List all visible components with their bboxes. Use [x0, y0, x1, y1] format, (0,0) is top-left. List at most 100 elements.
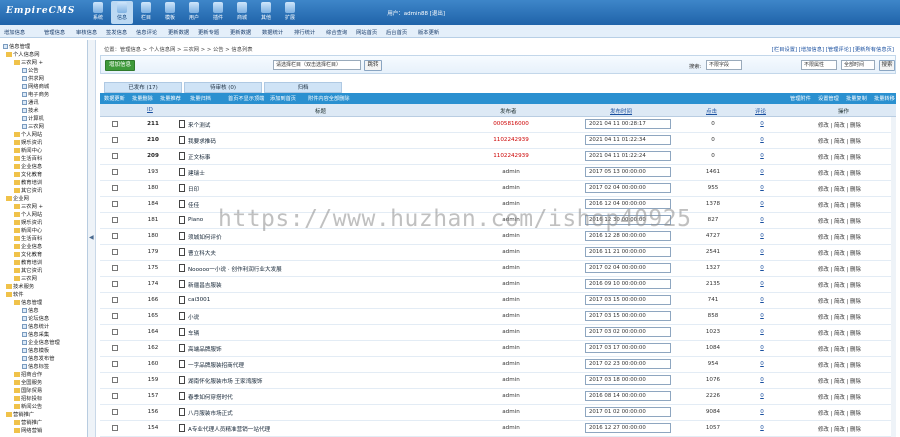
subnav-link[interactable]: 签发信息	[106, 28, 127, 36]
sidebar-tree-item[interactable]: 文化教育	[14, 252, 42, 259]
col-pubtime[interactable]: 发布时间	[610, 107, 632, 115]
row-comments-link[interactable]: 0	[750, 297, 774, 303]
subnav-link[interactable]: 数据统计	[262, 28, 283, 36]
row-title-link[interactable]: 高端品牌服饰	[188, 345, 222, 353]
tab-pending[interactable]: 待审核 (0)	[184, 82, 262, 93]
subnav-link[interactable]: 网站首页	[356, 28, 377, 36]
bulk-action-link[interactable]: 批量推荐	[160, 95, 181, 102]
row-pubtime-field[interactable]: 2017 03 02 00:00:00	[585, 327, 671, 337]
top-nav-item[interactable]: 商城	[231, 1, 253, 24]
row-ops-links[interactable]: 修改 | 简改 | 删除	[818, 201, 861, 209]
row-title-link[interactable]: 八月服装市场正式	[188, 409, 233, 417]
sidebar-tree-item[interactable]: 企业信息管理	[22, 340, 60, 347]
category-select[interactable]: 请选择栏目（双击选择栏目）	[273, 60, 361, 70]
sidebar-tree-item[interactable]: 网络商城	[22, 84, 49, 91]
row-pubtime-field[interactable]: 2017 03 15 00:00:00	[585, 295, 671, 305]
row-title-link[interactable]: Nooooo一小说 · 创作利润行业大发展	[188, 265, 282, 273]
row-checkbox[interactable]	[112, 361, 118, 367]
row-title-link[interactable]: 来个测试	[188, 121, 210, 129]
subnav-link[interactable]: 管理信息	[44, 28, 65, 36]
sidebar-tree-item[interactable]: 信息	[22, 308, 39, 315]
row-title-link[interactable]: 正文标事	[188, 153, 210, 161]
bulk-action-link[interactable]: 批量删除	[132, 95, 153, 102]
row-checkbox[interactable]	[112, 233, 118, 239]
sidebar-tree-item[interactable]: 教育培训	[14, 180, 42, 187]
row-checkbox[interactable]	[112, 313, 118, 319]
row-title-link[interactable]: 曹立科大夫	[188, 249, 216, 257]
row-comments-link[interactable]: 0	[750, 281, 774, 287]
sidebar-tree-item[interactable]: 新闻中心	[14, 148, 42, 155]
search-button[interactable]: 搜索	[879, 60, 895, 71]
bulk-action-link[interactable]: 添加到首页	[270, 95, 296, 102]
top-nav-item[interactable]: 扩展	[279, 1, 301, 24]
sidebar-tree-item[interactable]: 个人网站	[14, 212, 42, 219]
sidebar-tree-item[interactable]: 其它资讯	[14, 188, 42, 195]
sidebar-tree-item[interactable]: 信息标签	[22, 364, 49, 371]
sidebar-tree-item[interactable]: 娱乐资讯	[14, 140, 42, 147]
sidebar-tree-item[interactable]: 营销推广	[6, 412, 34, 419]
sidebar-tree-item[interactable]: 信息采集	[22, 332, 49, 339]
row-pubtime-field[interactable]: 2016 12 28 00:00:00	[585, 231, 671, 241]
row-ops-links[interactable]: 修改 | 简改 | 删除	[818, 233, 861, 241]
row-ops-links[interactable]: 修改 | 简改 | 删除	[818, 153, 861, 161]
row-checkbox[interactable]	[112, 425, 118, 431]
row-pubtime-field[interactable]: 2021 04 11 00:28:17	[585, 119, 671, 129]
top-nav-item[interactable]: 栏目	[135, 1, 157, 24]
row-pubtime-field[interactable]: 2017 01 02 00:00:00	[585, 407, 671, 417]
row-checkbox[interactable]	[112, 153, 118, 159]
row-checkbox[interactable]	[112, 169, 118, 175]
subnav-link[interactable]: 信息评论	[136, 28, 157, 36]
sidebar-tree-item[interactable]: 信息模板	[22, 348, 49, 355]
col-comments[interactable]: 评论	[755, 107, 766, 115]
row-checkbox[interactable]	[112, 345, 118, 351]
row-checkbox[interactable]	[112, 297, 118, 303]
sidebar-tree-item[interactable]: 三农网	[14, 276, 37, 283]
row-comments-link[interactable]: 0	[750, 345, 774, 351]
sidebar-tree-item[interactable]: 个人网站	[14, 132, 42, 139]
collapse-arrow-icon[interactable]: ◀	[89, 234, 94, 241]
sidebar-tree-item[interactable]: 通讯	[22, 100, 39, 107]
row-pubtime-field[interactable]: 2021 04 11 01:22:34	[585, 135, 671, 145]
row-ops-links[interactable]: 修改 | 简改 | 删除	[818, 361, 861, 369]
row-checkbox[interactable]	[112, 217, 118, 223]
row-comments-link[interactable]: 0	[750, 185, 774, 191]
sidebar-tree-item[interactable]: 其它资讯	[14, 268, 42, 275]
row-ops-links[interactable]: 修改 | 简改 | 删除	[818, 393, 861, 401]
row-pubtime-field[interactable]: 2017 02 04 00:00:00	[585, 263, 671, 273]
row-checkbox[interactable]	[112, 281, 118, 287]
row-title-link[interactable]: 春季如何穿搭时代	[188, 393, 233, 401]
go-button[interactable]: 跳转	[364, 60, 382, 71]
vertical-scrollbar[interactable]	[891, 117, 896, 437]
manage-action-link[interactable]: 管理附件	[790, 95, 811, 102]
sidebar-tree-item[interactable]: 信息发布管	[22, 356, 55, 363]
row-ops-links[interactable]: 修改 | 简改 | 删除	[818, 425, 861, 433]
row-title-link[interactable]: A专业代理人员精准营销一站代理	[188, 425, 270, 433]
attribute-select[interactable]: 不限属性	[801, 60, 837, 70]
time-select[interactable]: 全部时间	[841, 60, 875, 70]
row-pubtime-field[interactable]: 2016 11 21 00:00:00	[585, 247, 671, 257]
sidebar-tree-item[interactable]: 论坛信息	[22, 316, 49, 323]
row-ops-links[interactable]: 修改 | 简改 | 删除	[818, 329, 861, 337]
top-links[interactable]: [栏目设置] [增加信息] [管理评论] [更新所有信息页]	[772, 45, 894, 53]
row-title-link[interactable]: 日印	[188, 185, 199, 193]
row-title-link[interactable]: 小说	[188, 313, 199, 321]
row-pubtime-field[interactable]: 2017 02 23 00:00:00	[585, 359, 671, 369]
row-comments-link[interactable]: 0	[750, 361, 774, 367]
row-title-link[interactable]: 车辆	[188, 329, 199, 337]
manage-action-link[interactable]: 批量复制	[846, 95, 867, 102]
row-comments-link[interactable]: 0	[750, 169, 774, 175]
top-nav-item[interactable]: 信息	[111, 1, 133, 24]
subnav-link[interactable]: 版本更新	[418, 28, 439, 36]
row-ops-links[interactable]: 修改 | 简改 | 删除	[818, 217, 861, 225]
sidebar-tree-item[interactable]: 招商合作	[14, 372, 42, 379]
sidebar-tree-item[interactable]: 全国服务	[14, 380, 42, 387]
row-checkbox[interactable]	[112, 185, 118, 191]
subnav-link[interactable]: 更新数据	[168, 28, 189, 36]
subnav-link[interactable]: 后台首页	[386, 28, 407, 36]
add-info-button[interactable]: 增加信息	[105, 60, 135, 71]
row-title-link[interactable]: cai3001	[188, 297, 210, 303]
sidebar-tree-item[interactable]: 文化教育	[14, 172, 42, 179]
subnav-link[interactable]: 排行统计	[294, 28, 315, 36]
row-comments-link[interactable]: 0	[750, 393, 774, 399]
sidebar-tree-item[interactable]: 公告	[22, 68, 39, 75]
